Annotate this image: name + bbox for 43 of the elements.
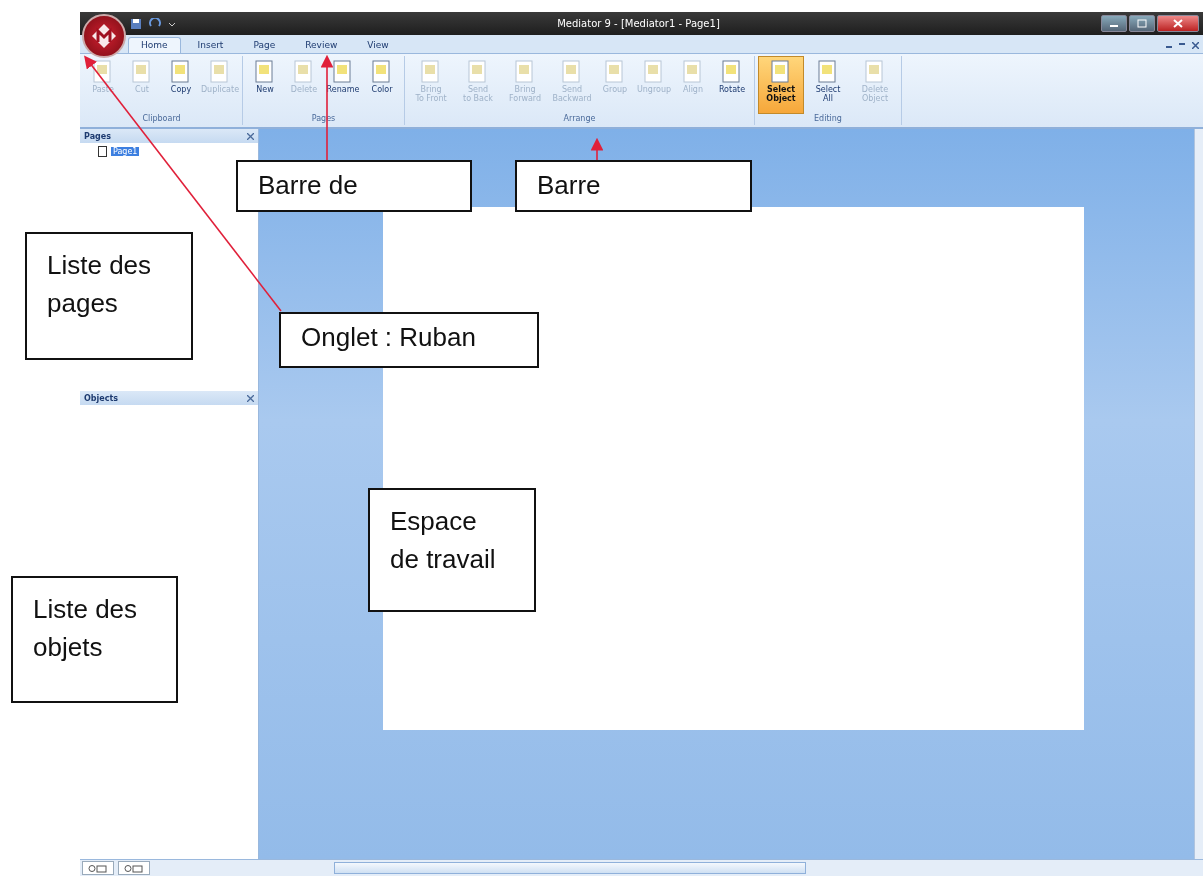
ribbon-tab[interactable]: Review — [292, 37, 351, 53]
group-label: Clipboard — [141, 114, 182, 125]
app-menu-button[interactable] — [82, 14, 126, 58]
view-button[interactable] — [82, 861, 114, 875]
ribbon-button[interactable]: Color — [363, 56, 401, 114]
maximize-icon — [1137, 19, 1147, 28]
ribbon-button[interactable]: Select All — [805, 56, 851, 114]
minimize-button[interactable] — [1101, 15, 1127, 32]
horizontal-scrollbar[interactable] — [334, 862, 806, 874]
close-icon[interactable] — [247, 132, 254, 140]
view-icon — [124, 863, 144, 873]
page-icon — [98, 146, 107, 157]
panel-title: Objects — [84, 393, 119, 403]
ribbon-tab[interactable]: Page — [240, 37, 289, 53]
panel-title: Pages — [84, 131, 111, 141]
callout-label: Barre de — [236, 160, 472, 212]
close-button[interactable] — [1157, 15, 1199, 32]
ribbon-button[interactable]: Copy — [162, 56, 200, 114]
ribbon-button[interactable]: New — [246, 56, 284, 114]
close-icon[interactable] — [1192, 42, 1199, 49]
leader-arrow — [590, 137, 604, 161]
callout-label: Espace de travail — [368, 488, 536, 612]
page-item[interactable]: Page1 — [111, 147, 140, 156]
logo-icon — [91, 23, 117, 49]
callout-label: Onglet : Ruban — [279, 312, 539, 368]
callout-label: Barre — [515, 160, 752, 212]
ribbon-tab[interactable]: View — [354, 37, 402, 53]
close-icon — [1173, 19, 1183, 28]
view-icon — [88, 863, 108, 873]
close-icon[interactable] — [247, 394, 254, 402]
callout-label: Liste des objets — [11, 576, 178, 703]
ribbon-tab[interactable]: Home — [128, 37, 181, 53]
ribbon-button[interactable]: Rotate — [713, 56, 751, 114]
view-button[interactable] — [118, 861, 150, 875]
group-label: Arrange — [562, 114, 597, 125]
callout-label: Liste des pages — [25, 232, 193, 360]
save-icon[interactable] — [130, 17, 142, 30]
ribbon-button[interactable]: Select Object — [758, 56, 804, 114]
maximize-button[interactable] — [1129, 15, 1155, 32]
vertical-scrollbar[interactable] — [1194, 129, 1203, 859]
group-label: Editing — [813, 114, 843, 125]
window-title: Mediator 9 - [Mediator1 - Page1] — [556, 18, 721, 29]
ribbon-tab[interactable]: Insert — [184, 37, 237, 53]
